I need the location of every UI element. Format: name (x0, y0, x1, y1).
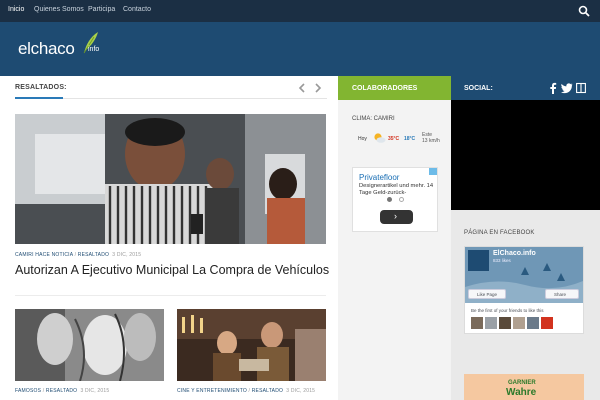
facebook-page-widget[interactable]: ElChaco.info 833 likes Like Page Share B… (464, 246, 584, 334)
colaboradores-sidebar: COLABORADORES CLIMA: CAMIRI Hoy 35°C 18°… (338, 76, 451, 400)
weather-title: CLIMA: CAMIRI (352, 116, 395, 122)
chevron-right-icon[interactable] (313, 82, 323, 94)
post-date: 3 DIC, 2015 (80, 388, 110, 394)
nav-item-inicio[interactable]: Inicio (8, 6, 24, 13)
ad-text: Wahre (506, 387, 537, 398)
share-label: Share (554, 291, 567, 297)
ad-banner-bottom[interactable]: GARNIER Wahre (464, 374, 584, 400)
featured-meta: CAMIRI HACE NOTICIA / RESALTADO 3 DIC, 2… (15, 252, 142, 258)
post-divider (15, 295, 326, 296)
avatar[interactable] (541, 317, 553, 329)
category-link[interactable]: CAMIRI HACE NOTICIA (15, 252, 73, 258)
logo-text: elchaco (18, 39, 75, 58)
columns-icon[interactable] (576, 82, 586, 94)
section-divider-accent (15, 97, 63, 99)
featured-image[interactable] (15, 114, 326, 244)
post-meta: FAMOSOS / RESALTADO 3 DIC, 2015 (15, 388, 110, 394)
adchoices-icon[interactable] (429, 168, 437, 175)
category-link[interactable]: RESALTADO (78, 252, 109, 258)
weather-high: 35°C (388, 136, 400, 142)
weather-low: 18°C (404, 136, 416, 142)
weather-day: Hoy (358, 136, 367, 142)
social-embed (451, 100, 600, 210)
avatar[interactable] (499, 317, 511, 329)
colaboradores-header: COLABORADORES (338, 76, 451, 100)
social-header: SOCIAL: (451, 76, 600, 100)
facebook-cover: ElChaco.info 833 likes Like Page Share (465, 247, 583, 303)
ad-text: Designerartikel und mehr. 14 Tage Geld-z… (359, 183, 434, 196)
avatar[interactable] (485, 317, 497, 329)
post-date: 3 DIC, 2015 (112, 252, 142, 258)
avatar[interactable] (471, 317, 483, 329)
ad-brand: Privatefloor (359, 173, 400, 182)
avatar[interactable] (527, 317, 539, 329)
facebook-share-button[interactable]: Share (545, 289, 579, 299)
avatar[interactable] (513, 317, 525, 329)
carousel-dot[interactable] (399, 197, 404, 202)
facebook-friends-text: Be the first of your friends to like thi… (471, 308, 544, 313)
facebook-icon[interactable] (548, 82, 558, 94)
post-thumbnail[interactable] (15, 309, 164, 381)
section-title: RESALTADOS: (15, 84, 67, 91)
post-date: 3 DIC, 2015 (286, 388, 316, 394)
nav-item-participa[interactable]: Participa (88, 6, 115, 13)
category-link[interactable]: RESALTADO (252, 388, 283, 394)
social-sidebar: SOCIAL: PÁGINA EN FACEBOOK ElChaco.info … (451, 76, 600, 400)
facebook-like-button[interactable]: Like Page (468, 289, 506, 299)
weather-widget: Hoy 35°C 18°C Este 13 km/h (348, 130, 448, 148)
featured-title[interactable]: Autorizan A Ejecutivo Municipal La Compr… (15, 263, 335, 277)
like-label: Like Page (477, 291, 498, 297)
facebook-section-title: PÁGINA EN FACEBOOK (464, 230, 535, 236)
partly-cloudy-icon (374, 133, 386, 143)
category-link[interactable]: CINE Y ENTRETENIMIENTO (177, 388, 247, 394)
carousel-dot[interactable] (387, 197, 392, 202)
category-link[interactable]: RESALTADO (46, 388, 77, 394)
logo-suffix: info (88, 46, 100, 53)
main-content: RESALTADOS: CAMIRI HACE NOTICIA / RESALT… (0, 76, 338, 400)
twitter-icon[interactable] (561, 82, 573, 94)
nav-item-contacto[interactable]: Contacto (123, 6, 151, 13)
colaboradores-title: COLABORADORES (352, 85, 418, 92)
social-title: SOCIAL: (464, 85, 493, 92)
chevron-left-icon[interactable] (297, 82, 307, 94)
ad-banner[interactable]: Privatefloor Designerartikel und mehr. 1… (352, 167, 438, 232)
facebook-page-name[interactable]: ElChaco.info (493, 250, 536, 257)
post-meta: CINE Y ENTRETENIMIENTO / RESALTADO 3 DIC… (177, 388, 316, 394)
facebook-like-count: 833 likes (493, 258, 511, 263)
search-icon[interactable] (578, 5, 590, 17)
nav-item-quienes-somos[interactable]: Quienes Somos (34, 6, 84, 13)
category-link[interactable]: FAMOSOS (15, 388, 41, 394)
chevron-right-icon: › (394, 211, 397, 221)
weather-wind: Este 13 km/h (422, 132, 440, 144)
post-thumbnail[interactable] (177, 309, 326, 381)
top-navigation: Inicio Quienes Somos Participa Contacto (0, 0, 600, 22)
ad-brand: GARNIER (508, 380, 536, 386)
ad-next-button[interactable]: › (380, 210, 413, 224)
